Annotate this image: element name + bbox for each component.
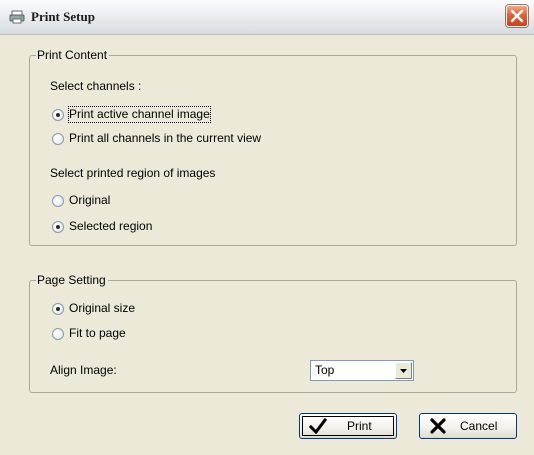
print-setup-dialog: Print Setup Print Content Select channel… [0, 0, 534, 455]
page-setting-legend: Page Setting [36, 273, 108, 288]
close-button[interactable] [506, 5, 528, 27]
cancel-button-label: Cancel [460, 419, 498, 433]
align-image-select[interactable]: Top [310, 360, 414, 381]
radio-selected-region[interactable] [52, 221, 64, 233]
print-button-label: Print [347, 419, 372, 433]
checkmark-icon [308, 417, 328, 439]
title-bar[interactable]: Print Setup [0, 0, 534, 35]
radio-original-size[interactable] [52, 303, 64, 315]
original-label[interactable]: Original [69, 193, 110, 208]
cross-icon [429, 418, 447, 439]
cancel-button[interactable]: Cancel [419, 413, 517, 439]
radio-original[interactable] [52, 195, 64, 207]
print-active-channel-label[interactable]: Print active channel image [68, 106, 211, 123]
print-all-channels-label[interactable]: Print all channels in the current view [69, 131, 261, 146]
select-region-label: Select printed region of images [50, 166, 216, 180]
dialog-title: Print Setup [31, 9, 95, 24]
align-image-value: Top [315, 363, 335, 377]
print-content-legend: Print Content [36, 48, 110, 63]
dropdown-button[interactable] [395, 362, 412, 379]
selected-region-label[interactable]: Selected region [69, 219, 152, 234]
print-button[interactable]: Print [299, 413, 397, 439]
radio-fit-to-page[interactable] [52, 328, 64, 340]
printer-icon [9, 10, 25, 24]
fit-to-page-label[interactable]: Fit to page [69, 326, 126, 341]
radio-print-all-channels[interactable] [52, 133, 64, 145]
select-channels-label: Select channels : [50, 79, 142, 93]
original-size-label[interactable]: Original size [69, 301, 135, 316]
radio-print-active-channel[interactable] [52, 109, 64, 121]
align-image-label: Align Image: [50, 363, 117, 377]
